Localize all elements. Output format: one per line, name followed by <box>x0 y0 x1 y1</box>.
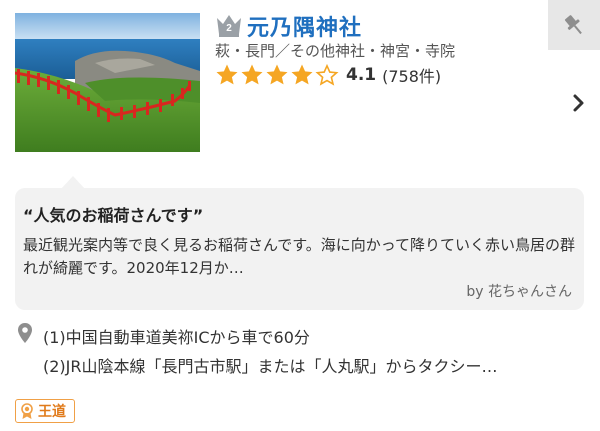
rank-number: 2 <box>226 23 232 34</box>
crown-icon: 2 <box>215 12 243 38</box>
rating-row: 4.1 (758件) <box>215 63 441 87</box>
pushpin-icon <box>564 15 582 35</box>
star-icon-full <box>241 64 263 85</box>
chevron-right-icon[interactable] <box>572 93 586 113</box>
star-rating <box>215 63 340 87</box>
star-icon-empty <box>315 63 339 86</box>
spot-card[interactable]: 2 元乃隅神社 萩・長門／その他神社・神宮・寺院 4.1 (758件) “人気の… <box>0 0 600 431</box>
review-title: “人気のお稲荷さんです” <box>23 206 204 225</box>
star-icon-full <box>266 64 288 85</box>
rating-score: 4.1 <box>346 65 377 85</box>
spot-title[interactable]: 元乃隅神社 <box>247 10 362 42</box>
pin-button[interactable] <box>548 0 600 50</box>
access-line-2: (2)JR山陰本線「長門古市駅」または「人丸駅」からタクシー… <box>43 357 498 376</box>
star-icon-full <box>291 64 313 85</box>
map-pin-icon <box>17 322 33 344</box>
badge-label: 王道 <box>38 404 66 420</box>
star-icon-full <box>216 64 238 85</box>
medal-icon <box>21 402 33 419</box>
spot-photo[interactable] <box>15 13 200 152</box>
review-bubble[interactable]: “人気のお稲荷さんです” 最近観光案内等で良く見るお稲荷さんです。海に向かって降… <box>15 188 584 310</box>
review-author: by 花ちゃんさん <box>466 284 572 300</box>
spot-category: 萩・長門／その他神社・神宮・寺院 <box>215 42 456 60</box>
classic-badge: 王道 <box>15 399 75 423</box>
access-line-1: (1)中国自動車道美祢ICから車で60分 <box>43 328 310 347</box>
review-count[interactable]: (758件) <box>382 63 441 87</box>
review-body: 最近観光案内等で良く見るお稲荷さんです。海に向かって降りていく赤い鳥居の群れが綺… <box>23 236 576 277</box>
